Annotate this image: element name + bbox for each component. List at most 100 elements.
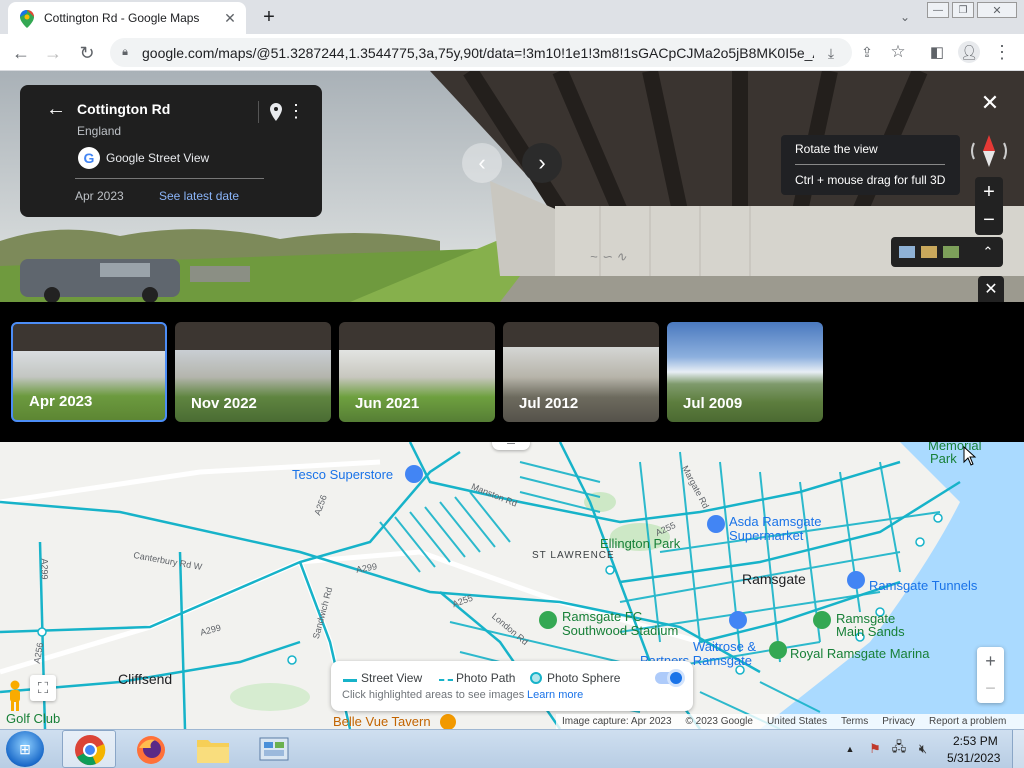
profile-avatar-icon[interactable]: 👤︎	[958, 41, 980, 63]
bookmark-star-icon[interactable]: ☆	[888, 42, 908, 62]
share-icon[interactable]: ⇪	[858, 43, 876, 61]
photo-sphere-dot-icon	[530, 672, 542, 684]
timeline-thumb-label: Nov 2022	[191, 395, 257, 412]
capture-date: Apr 2023	[75, 189, 124, 203]
see-latest-date-link[interactable]: See latest date	[159, 189, 239, 203]
street-view-layer-toggle[interactable]	[655, 669, 685, 687]
legend-hint: Click highlighted areas to see images	[342, 689, 525, 701]
map-label-main-sands-2[interactable]: Main Sands	[836, 624, 905, 639]
start-button-windows-icon[interactable]: ⊞	[6, 731, 44, 767]
google-maps-favicon-icon	[20, 10, 34, 28]
map-label-southwood-stadium[interactable]: Southwood Stadium	[562, 623, 678, 638]
footer-privacy[interactable]: Privacy	[882, 716, 915, 727]
back-arrow-icon[interactable]: ←	[44, 97, 68, 121]
minimize-icon[interactable]: —	[927, 2, 949, 18]
new-tab-icon[interactable]: +	[258, 6, 280, 28]
footer-terms[interactable]: Terms	[841, 716, 868, 727]
forward-arrow-icon[interactable]: →	[42, 42, 64, 64]
pano-prev-chevron-left-icon[interactable]: ‹	[462, 143, 502, 183]
street-view-line-icon	[343, 679, 357, 682]
map-zoom-out-icon[interactable]: −	[977, 675, 1004, 702]
map-label-tunnels[interactable]: Ramsgate Tunnels	[869, 578, 977, 593]
timeline-filmstrip: Apr 2023 Nov 2022 Jun 2021 Jul 2012 Jul …	[0, 302, 1024, 442]
map-label-asda[interactable]: Asda Ramsgate	[729, 514, 822, 529]
mouse-cursor-icon	[963, 446, 977, 466]
timeline-thumb-1[interactable]: Nov 2022	[175, 322, 331, 422]
pano-zoom-out-icon[interactable]: −	[975, 207, 1003, 233]
map-label-ramsgate: Ramsgate	[742, 571, 806, 587]
map-label-asda-2[interactable]: Supermarket	[729, 528, 803, 543]
divider	[795, 164, 945, 165]
map-label-tesco[interactable]: Tesco Superstore	[292, 467, 393, 482]
map-pin-icon[interactable]	[269, 102, 283, 122]
show-desktop-button[interactable]	[1012, 730, 1024, 768]
map-zoom-control: + −	[977, 647, 1004, 703]
more-options-icon[interactable]: ⋮	[287, 99, 305, 123]
window-close-icon[interactable]: ✕	[977, 2, 1017, 18]
timeline-thumb-2[interactable]: Jun 2021	[339, 322, 495, 422]
timeline-thumb-label: Jul 2012	[519, 395, 579, 412]
browser-tab[interactable]: Cottington Rd - Google Maps ✕	[8, 2, 246, 34]
volume-muted-icon[interactable]: 🔇︎	[914, 740, 932, 758]
legend-photo-path: Photo Path	[456, 671, 516, 685]
map-label-ellington-park[interactable]: Ellington Park	[600, 536, 680, 551]
file-explorer-folder-icon[interactable]	[196, 736, 230, 764]
reload-icon[interactable]: ↻	[76, 42, 98, 64]
timeline-thumb-0[interactable]: Apr 2023	[11, 322, 167, 422]
side-panel-icon[interactable]: ◧	[928, 43, 946, 61]
fullscreen-icon[interactable]: ⛶	[30, 675, 56, 701]
close-street-view-icon[interactable]: ✕	[978, 90, 1002, 115]
expand-chevron-up-icon[interactable]: ⌃	[979, 242, 997, 262]
network-icon[interactable]: 🖧︎	[890, 739, 908, 758]
firefox-icon[interactable]	[135, 734, 167, 766]
chrome-icon	[75, 735, 106, 766]
close-tab-icon[interactable]: ✕	[222, 10, 238, 26]
tooltip-line-1: Rotate the view	[795, 142, 878, 156]
map-label-waitrose[interactable]: Waitrose &	[693, 639, 756, 654]
map-footer: Image capture: Apr 2023 © 2023 Google Un…	[556, 714, 1024, 729]
footer-capture-date: Image capture: Apr 2023	[562, 716, 672, 727]
pano-next-chevron-right-icon[interactable]: ›	[522, 143, 562, 183]
imagery-thumb-sky[interactable]	[899, 246, 915, 258]
learn-more-link[interactable]: Learn more	[527, 689, 583, 701]
action-center-flag-icon[interactable]: ⚑	[866, 740, 884, 758]
url-text[interactable]: google.com/maps/@51.3287244,1.3544775,3a…	[142, 45, 814, 61]
address-bar[interactable]: 🔒︎ google.com/maps/@51.3287244,1.3544775…	[110, 38, 852, 67]
resize-handle-icon[interactable]: ═	[492, 442, 530, 450]
pegman-icon[interactable]	[6, 680, 24, 712]
tab-search-chevron-down-icon[interactable]: ⌄	[896, 8, 914, 26]
imagery-thumb-grass[interactable]	[943, 246, 959, 258]
tab-title: Cottington Rd - Google Maps	[44, 11, 200, 25]
lock-icon[interactable]: 🔒︎	[118, 45, 132, 59]
menu-kebab-icon[interactable]: ⋮	[993, 42, 1011, 62]
download-icon[interactable]: ⤓	[822, 44, 840, 62]
footer-report[interactable]: Report a problem	[929, 716, 1006, 727]
map-label-ramsgate-fc[interactable]: Ramsgate FC	[562, 609, 642, 624]
tray-expand-icon[interactable]: ▲	[843, 742, 857, 756]
map-zoom-in-icon[interactable]: +	[977, 648, 1004, 675]
restore-icon[interactable]: ❐	[952, 2, 974, 18]
zoom-control: + −	[975, 177, 1003, 235]
imagery-switcher[interactable]: ⌃	[891, 237, 1003, 267]
map-label-golf-club[interactable]: Golf Club	[6, 711, 60, 726]
timeline-thumb-label: Jul 2009	[683, 395, 743, 412]
back-arrow-icon[interactable]: ←	[10, 42, 32, 64]
close-timeline-icon[interactable]: ✕	[978, 276, 1004, 302]
map-label-st-lawrence: ST LAWRENCE	[532, 550, 615, 561]
svg-text:~ ∽ ∿: ~ ∽ ∿	[590, 249, 627, 264]
taskbar-chrome[interactable]	[62, 730, 116, 768]
clock-time[interactable]: 2:53 PM	[953, 734, 998, 748]
map-label-memorial-park[interactable]: Park	[930, 451, 957, 466]
compass-icon[interactable]	[968, 133, 1010, 169]
legend-photo-sphere: Photo Sphere	[547, 671, 621, 685]
pano-zoom-in-icon[interactable]: +	[975, 179, 1003, 205]
imagery-thumb-sand[interactable]	[921, 246, 937, 258]
clock-date[interactable]: 5/31/2023	[947, 751, 1000, 765]
timeline-thumb-4[interactable]: Jul 2009	[667, 322, 823, 422]
map-label-belle-vue[interactable]: Belle Vue Tavern	[333, 714, 431, 729]
map-label-marina[interactable]: Royal Ramsgate Marina	[790, 646, 929, 661]
timeline-thumb-3[interactable]: Jul 2012	[503, 322, 659, 422]
windows-taskbar: ⊞ ▲ ⚑ 🖧︎ 🔇︎ 2:53 PM 5/31/2023	[0, 729, 1024, 768]
footer-country[interactable]: United States	[767, 716, 827, 727]
control-panel-icon[interactable]	[258, 735, 290, 765]
